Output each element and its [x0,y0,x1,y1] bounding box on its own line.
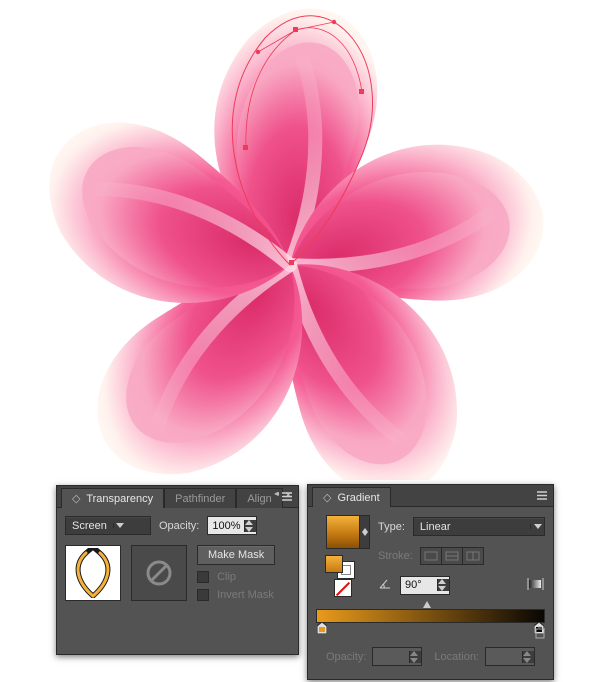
stroke-along-icon [445,551,459,561]
dropdown-carets-icon [437,579,449,591]
canvas[interactable] [0,0,600,480]
clip-checkbox-row: Clip [197,571,275,583]
blend-mode-value: Screen [66,520,113,532]
stroke-within-icon [424,551,438,561]
tab-label: Pathfinder [175,493,225,505]
reverse-gradient-icon[interactable] [527,577,545,594]
no-mask-icon [144,558,174,588]
clip-label: Clip [217,571,236,583]
stroke-across-icon [466,551,480,561]
gradient-type-dropdown[interactable]: Linear [413,517,545,536]
panel-tabs: ◇ Gradient [308,485,553,507]
type-label: Type: [378,521,405,533]
opacity-input[interactable]: 100% [207,516,257,535]
stroke-across-button [462,547,484,565]
angle-value: 90° [401,579,437,591]
invert-mask-checkbox-row: Invert Mask [197,589,275,601]
panel-tabs: ◇ Transparency Pathfinder Align ◂◂ ✕ [57,486,298,508]
angle-icon [378,578,392,593]
panel-menu-icon[interactable] [280,490,294,503]
tab-gradient[interactable]: ◇ Gradient [312,487,391,507]
tab-label: Align [247,493,271,505]
stop-location-input [485,647,535,666]
gradient-slider[interactable] [316,609,545,623]
stroke-within-button [420,547,442,565]
stop-opacity-label: Opacity: [326,651,366,663]
make-mask-label: Make Mask [208,549,264,561]
fill-swatch-icon[interactable] [325,555,343,573]
stroke-along-button [441,547,463,565]
collapse-arrows-icon[interactable]: ◂◂ [274,489,276,498]
mask-thumbnail[interactable] [131,545,187,601]
none-swatch-icon[interactable] [334,579,352,597]
tab-pathfinder[interactable]: Pathfinder [164,488,236,508]
blend-mode-dropdown[interactable]: Screen [65,516,151,535]
chevron-down-icon [530,524,544,529]
stroke-label: Stroke: [378,550,413,562]
gradient-panel: ◇ Gradient [307,484,554,680]
flower-illustration [0,0,600,480]
gradient-fill-swatch[interactable] [326,515,360,549]
stop-location-label: Location: [434,651,479,663]
chevron-down-icon [113,523,127,528]
swatch-menu-icon[interactable] [360,515,370,549]
dropdown-carets-icon [522,651,534,663]
stop-opacity-input [372,647,422,666]
dropdown-carets-icon [409,651,421,663]
trash-icon[interactable] [534,625,546,642]
dropdown-carets-icon [244,520,256,532]
tab-label: Transparency [86,493,153,505]
gradient-type-value: Linear [414,521,530,533]
transparency-panel: ◇ Transparency Pathfinder Align ◂◂ ✕ Scr… [56,485,299,655]
artwork-thumbnail[interactable] [65,545,121,601]
opacity-label: Opacity: [159,520,199,532]
gradient-midpoint[interactable] [423,601,431,608]
opacity-value: 100% [208,520,244,532]
tab-transparency[interactable]: ◇ Transparency [61,488,164,508]
invert-mask-label: Invert Mask [217,589,274,601]
panel-menu-icon[interactable] [535,489,549,502]
make-mask-button[interactable]: Make Mask [197,545,275,565]
angle-input[interactable]: 90° [400,576,450,595]
tab-label: Gradient [338,492,380,504]
clip-checkbox [197,571,209,583]
invert-mask-checkbox [197,589,209,601]
gradient-stop-left[interactable] [317,622,327,634]
